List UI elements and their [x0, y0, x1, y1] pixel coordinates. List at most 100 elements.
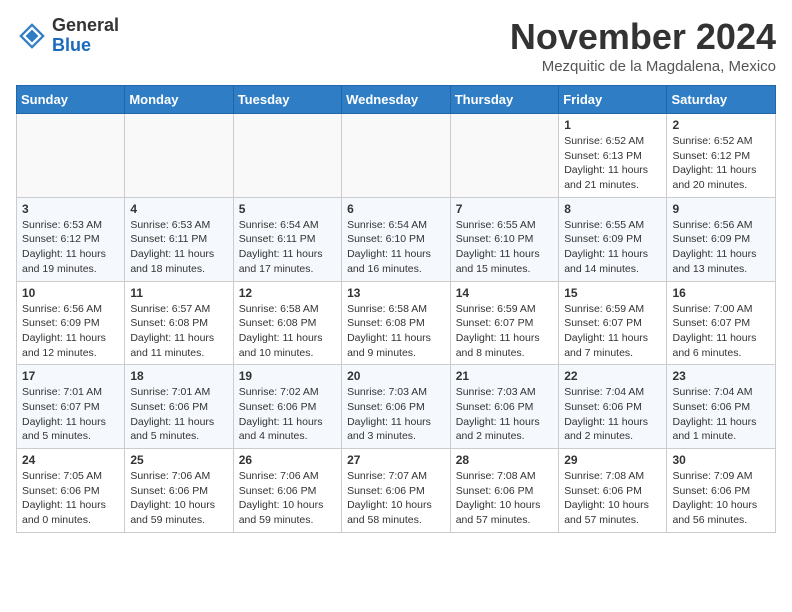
day-info: Sunrise: 7:08 AM Sunset: 6:06 PM Dayligh… — [456, 469, 553, 528]
day-number: 17 — [22, 369, 119, 383]
day-number: 30 — [672, 453, 770, 467]
day-number: 21 — [456, 369, 553, 383]
weekday-header-tuesday: Tuesday — [233, 86, 341, 114]
calendar-cell: 2 Sunrise: 6:52 AM Sunset: 6:12 PM Daylig… — [667, 114, 776, 198]
calendar-cell: 5 Sunrise: 6:54 AM Sunset: 6:11 PM Daylig… — [233, 197, 341, 281]
day-info: Sunrise: 6:52 AM Sunset: 6:12 PM Dayligh… — [672, 134, 770, 193]
day-number: 7 — [456, 202, 553, 216]
calendar-cell: 17 Sunrise: 7:01 AM Sunset: 6:07 PM Dayli… — [17, 365, 125, 449]
day-info: Sunrise: 7:09 AM Sunset: 6:06 PM Dayligh… — [672, 469, 770, 528]
calendar-week-5: 24 Sunrise: 7:05 AM Sunset: 6:06 PM Dayli… — [17, 449, 776, 533]
calendar-week-1: 1 Sunrise: 6:52 AM Sunset: 6:13 PM Daylig… — [17, 114, 776, 198]
day-info: Sunrise: 6:57 AM Sunset: 6:08 PM Dayligh… — [130, 302, 227, 361]
weekday-header-thursday: Thursday — [450, 86, 558, 114]
day-number: 5 — [239, 202, 336, 216]
title-block: November 2024 Mezquitic de la Magdalena,… — [510, 16, 776, 75]
day-info: Sunrise: 7:03 AM Sunset: 6:06 PM Dayligh… — [456, 385, 553, 444]
page-header: General Blue November 2024 Mezquitic de … — [16, 16, 776, 75]
calendar-cell: 27Sunrise: 7:07 AM Sunset: 6:06 PM Dayli… — [342, 449, 451, 533]
day-number: 18 — [130, 369, 227, 383]
logo-text: General Blue — [52, 16, 119, 56]
calendar-cell: 24 Sunrise: 7:05 AM Sunset: 6:06 PM Dayli… — [17, 449, 125, 533]
logo: General Blue — [16, 16, 119, 56]
day-info: Sunrise: 7:00 AM Sunset: 6:07 PM Dayligh… — [672, 302, 770, 361]
day-info: Sunrise: 7:06 AM Sunset: 6:06 PM Dayligh… — [239, 469, 336, 528]
day-info: Sunrise: 6:53 AM Sunset: 6:11 PM Dayligh… — [130, 218, 227, 277]
day-info: Sunrise: 6:52 AM Sunset: 6:13 PM Dayligh… — [564, 134, 661, 193]
calendar-cell: 28 Sunrise: 7:08 AM Sunset: 6:06 PM Dayli… — [450, 449, 558, 533]
day-info: Sunrise: 6:55 AM Sunset: 6:09 PM Dayligh… — [564, 218, 661, 277]
calendar-cell: 16 Sunrise: 7:00 AM Sunset: 6:07 PM Dayli… — [667, 281, 776, 365]
calendar-week-3: 10 Sunrise: 6:56 AM Sunset: 6:09 PM Dayli… — [17, 281, 776, 365]
day-number: 6 — [347, 202, 445, 216]
calendar-cell: 30 Sunrise: 7:09 AM Sunset: 6:06 PM Dayli… — [667, 449, 776, 533]
calendar-cell: 29 Sunrise: 7:08 AM Sunset: 6:06 PM Dayli… — [559, 449, 667, 533]
day-number: 19 — [239, 369, 336, 383]
calendar-cell: 20 Sunrise: 7:03 AM Sunset: 6:06 PM Dayli… — [342, 365, 451, 449]
day-number: 2 — [672, 118, 770, 132]
day-info: Sunrise: 7:06 AM Sunset: 6:06 PM Dayligh… — [130, 469, 227, 528]
day-info: Sunrise: 7:05 AM Sunset: 6:06 PM Dayligh… — [22, 469, 119, 528]
calendar-cell: 1 Sunrise: 6:52 AM Sunset: 6:13 PM Daylig… — [559, 114, 667, 198]
calendar-cell: 6 Sunrise: 6:54 AM Sunset: 6:10 PM Daylig… — [342, 197, 451, 281]
calendar-cell: 10 Sunrise: 6:56 AM Sunset: 6:09 PM Dayli… — [17, 281, 125, 365]
calendar-cell — [233, 114, 341, 198]
day-number: 20 — [347, 369, 445, 383]
calendar-cell: 3 Sunrise: 6:53 AM Sunset: 6:12 PM Daylig… — [17, 197, 125, 281]
calendar-cell: 8Sunrise: 6:55 AM Sunset: 6:09 PM Daylig… — [559, 197, 667, 281]
day-info: Sunrise: 7:02 AM Sunset: 6:06 PM Dayligh… — [239, 385, 336, 444]
calendar-cell: 7Sunrise: 6:55 AM Sunset: 6:10 PM Daylig… — [450, 197, 558, 281]
calendar-cell: 14 Sunrise: 6:59 AM Sunset: 6:07 PM Dayli… — [450, 281, 558, 365]
calendar-cell: 22Sunrise: 7:04 AM Sunset: 6:06 PM Dayli… — [559, 365, 667, 449]
day-number: 26 — [239, 453, 336, 467]
day-number: 29 — [564, 453, 661, 467]
day-number: 16 — [672, 286, 770, 300]
day-number: 14 — [456, 286, 553, 300]
day-number: 24 — [22, 453, 119, 467]
day-number: 1 — [564, 118, 661, 132]
weekday-header-row: SundayMondayTuesdayWednesdayThursdayFrid… — [17, 86, 776, 114]
day-number: 28 — [456, 453, 553, 467]
day-info: Sunrise: 6:56 AM Sunset: 6:09 PM Dayligh… — [22, 302, 119, 361]
calendar-cell: 12Sunrise: 6:58 AM Sunset: 6:08 PM Dayli… — [233, 281, 341, 365]
day-number: 15 — [564, 286, 661, 300]
weekday-header-wednesday: Wednesday — [342, 86, 451, 114]
calendar-cell — [342, 114, 451, 198]
month-title: November 2024 — [510, 16, 776, 58]
day-info: Sunrise: 6:53 AM Sunset: 6:12 PM Dayligh… — [22, 218, 119, 277]
calendar-cell: 21 Sunrise: 7:03 AM Sunset: 6:06 PM Dayli… — [450, 365, 558, 449]
day-info: Sunrise: 6:59 AM Sunset: 6:07 PM Dayligh… — [456, 302, 553, 361]
calendar-cell: 13Sunrise: 6:58 AM Sunset: 6:08 PM Dayli… — [342, 281, 451, 365]
calendar-cell — [17, 114, 125, 198]
location-subtitle: Mezquitic de la Magdalena, Mexico — [510, 58, 776, 75]
calendar-cell: 23 Sunrise: 7:04 AM Sunset: 6:06 PM Dayli… — [667, 365, 776, 449]
day-number: 22 — [564, 369, 661, 383]
weekday-header-monday: Monday — [125, 86, 233, 114]
calendar-table: SundayMondayTuesdayWednesdayThursdayFrid… — [16, 85, 776, 533]
calendar-week-2: 3 Sunrise: 6:53 AM Sunset: 6:12 PM Daylig… — [17, 197, 776, 281]
day-number: 12 — [239, 286, 336, 300]
calendar-cell: 9Sunrise: 6:56 AM Sunset: 6:09 PM Daylig… — [667, 197, 776, 281]
day-info: Sunrise: 7:01 AM Sunset: 6:07 PM Dayligh… — [22, 385, 119, 444]
calendar-cell: 26 Sunrise: 7:06 AM Sunset: 6:06 PM Dayli… — [233, 449, 341, 533]
calendar-cell: 18 Sunrise: 7:01 AM Sunset: 6:06 PM Dayli… — [125, 365, 233, 449]
weekday-header-saturday: Saturday — [667, 86, 776, 114]
calendar-cell — [125, 114, 233, 198]
logo-icon — [16, 20, 48, 52]
day-info: Sunrise: 6:56 AM Sunset: 6:09 PM Dayligh… — [672, 218, 770, 277]
day-info: Sunrise: 6:58 AM Sunset: 6:08 PM Dayligh… — [347, 302, 445, 361]
day-number: 23 — [672, 369, 770, 383]
day-info: Sunrise: 7:01 AM Sunset: 6:06 PM Dayligh… — [130, 385, 227, 444]
day-info: Sunrise: 6:54 AM Sunset: 6:11 PM Dayligh… — [239, 218, 336, 277]
calendar-cell: 15Sunrise: 6:59 AM Sunset: 6:07 PM Dayli… — [559, 281, 667, 365]
day-info: Sunrise: 6:54 AM Sunset: 6:10 PM Dayligh… — [347, 218, 445, 277]
weekday-header-sunday: Sunday — [17, 86, 125, 114]
calendar-cell: 19 Sunrise: 7:02 AM Sunset: 6:06 PM Dayli… — [233, 365, 341, 449]
day-info: Sunrise: 7:03 AM Sunset: 6:06 PM Dayligh… — [347, 385, 445, 444]
day-number: 3 — [22, 202, 119, 216]
calendar-cell — [450, 114, 558, 198]
day-number: 10 — [22, 286, 119, 300]
calendar-cell: 25Sunrise: 7:06 AM Sunset: 6:06 PM Dayli… — [125, 449, 233, 533]
day-info: Sunrise: 7:04 AM Sunset: 6:06 PM Dayligh… — [672, 385, 770, 444]
day-info: Sunrise: 7:08 AM Sunset: 6:06 PM Dayligh… — [564, 469, 661, 528]
